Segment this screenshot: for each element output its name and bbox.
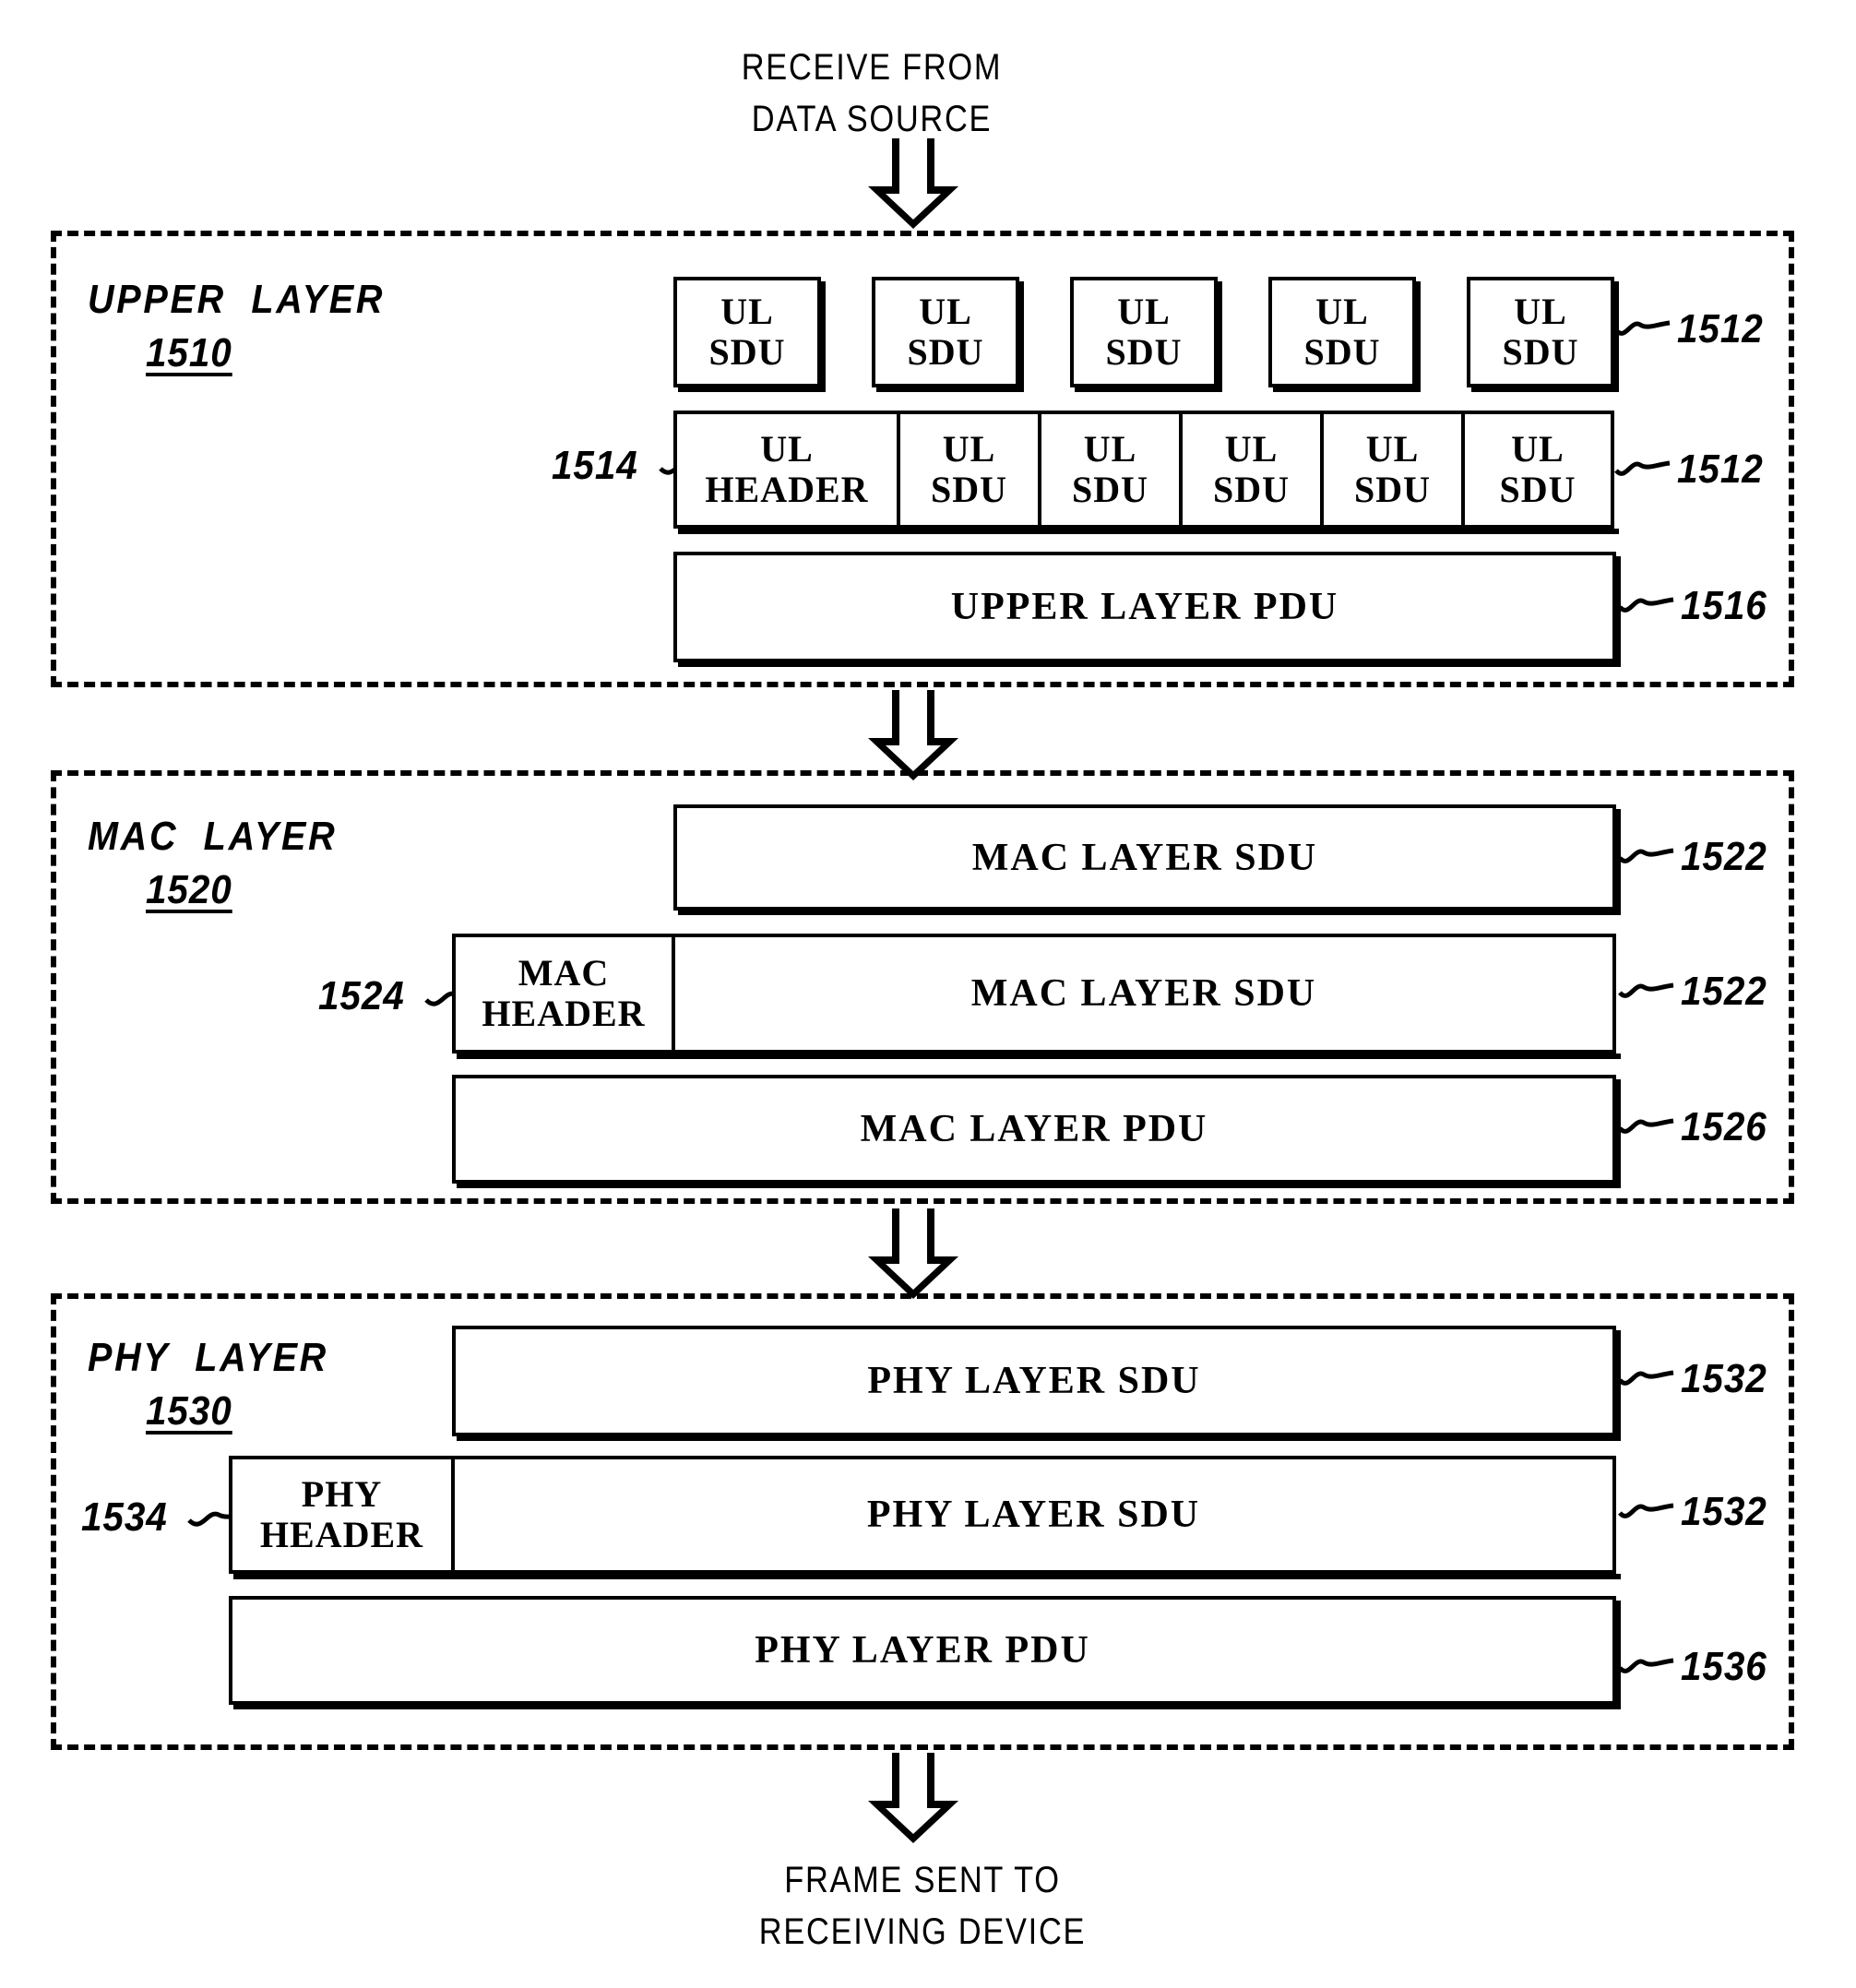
reference-numeral: 1514 (552, 443, 638, 488)
reference-numeral: 1512 (1677, 306, 1764, 351)
reference-numeral: 1516 (1681, 583, 1767, 628)
leader-1526 (1618, 1112, 1677, 1139)
ul-sdu-box: UL SDU (1268, 277, 1416, 387)
upper-layer-pdu-box: UPPER LAYER PDU (673, 552, 1616, 662)
bottom-caption: FRAME SENT TO RECEIVING DEVICE (758, 1860, 1087, 1952)
mac-layer-pdu-box: MAC LAYER PDU (452, 1075, 1616, 1184)
mac-layer-number: 1520 (146, 867, 232, 912)
reference-numeral: 1512 (1677, 446, 1764, 492)
reference-numeral: 1536 (1681, 1644, 1767, 1689)
arrow-mac-to-phy (863, 1208, 964, 1301)
leader-1516 (1618, 590, 1677, 618)
figure-canvas: RECEIVE FROM DATA SOURCE UPPER LAYER 151… (0, 0, 1856, 1988)
reference-numeral: 1524 (318, 973, 405, 1018)
ul-sdu-box: UL SDU (1179, 411, 1324, 529)
mac-layer-title: MAC LAYER (88, 814, 338, 859)
upper-layer-title: UPPER LAYER (88, 277, 386, 322)
leader-1532-row1 (1618, 1363, 1677, 1391)
phy-layer-pdu-box: PHY LAYER PDU (229, 1596, 1616, 1705)
phy-layer-number: 1530 (146, 1388, 232, 1434)
reference-numeral: 1534 (81, 1494, 168, 1540)
top-caption: RECEIVE FROM DATA SOURCE (741, 47, 1003, 139)
ul-sdu-box: UL SDU (1038, 411, 1183, 529)
reference-numeral: 1532 (1681, 1489, 1767, 1534)
phy-pdu-row-shadow (233, 1574, 1621, 1579)
phy-layer-sdu-box: PHY LAYER SDU (451, 1456, 1616, 1574)
phy-layer-title: PHY LAYER (88, 1335, 328, 1380)
mac-pdu-row-shadow (457, 1054, 1621, 1059)
ul-pdu-row-shadow (678, 529, 1619, 534)
arrow-out-of-phy-layer (863, 1753, 964, 1845)
ul-sdu-box: UL SDU (872, 277, 1019, 387)
leader-1536 (1618, 1651, 1677, 1679)
ul-header-box: UL HEADER (673, 411, 900, 529)
mac-header-box: MAC HEADER (452, 934, 675, 1054)
ul-sdu-box: UL SDU (897, 411, 1041, 529)
leader-1512-row1 (1614, 314, 1673, 341)
phy-layer-sdu-box: PHY LAYER SDU (452, 1326, 1616, 1436)
ul-sdu-box: UL SDU (1320, 411, 1465, 529)
arrow-upper-to-mac (863, 690, 964, 782)
arrow-into-upper-layer (863, 138, 964, 231)
mac-layer-sdu-box: MAC LAYER SDU (673, 804, 1616, 911)
leader-1532-row2 (1618, 1496, 1677, 1524)
ul-sdu-box: UL SDU (1467, 277, 1614, 387)
reference-numeral: 1522 (1681, 834, 1767, 879)
phy-header-box: PHY HEADER (229, 1456, 455, 1574)
ul-sdu-box: UL SDU (673, 277, 821, 387)
upper-layer-number: 1510 (146, 330, 232, 375)
reference-numeral: 1522 (1681, 969, 1767, 1014)
reference-numeral: 1526 (1681, 1104, 1767, 1149)
reference-numeral: 1532 (1681, 1356, 1767, 1401)
leader-1522-row2 (1618, 976, 1677, 1004)
leader-1512-row2 (1614, 454, 1673, 482)
ul-sdu-box: UL SDU (1070, 277, 1218, 387)
mac-layer-sdu-box: MAC LAYER SDU (672, 934, 1616, 1054)
leader-1522-row1 (1618, 841, 1677, 869)
ul-sdu-box: UL SDU (1461, 411, 1614, 529)
